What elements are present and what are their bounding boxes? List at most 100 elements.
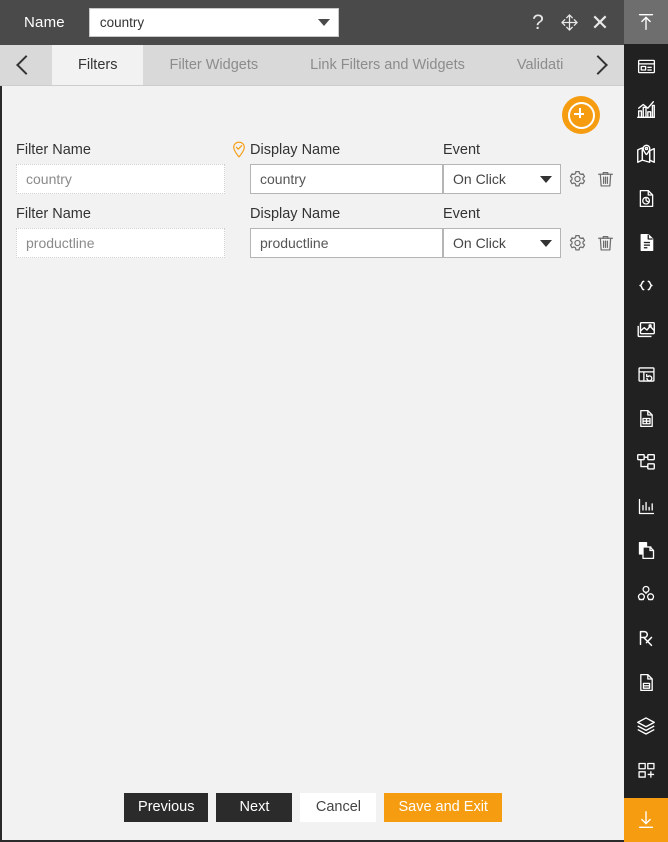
gear-icon[interactable] — [568, 233, 587, 253]
titlebar-actions: ? ✕ — [528, 11, 624, 33]
trash-icon[interactable] — [596, 233, 615, 253]
move-icon[interactable] — [559, 13, 579, 33]
rail-item-upload[interactable] — [624, 0, 668, 44]
filter-row-fields: country country On Click — [16, 163, 624, 195]
dialog-titlebar: Name country ? ✕ — [0, 0, 624, 45]
rail-item-layers[interactable] — [624, 704, 668, 748]
trash-icon[interactable] — [596, 169, 615, 189]
download-icon — [638, 811, 654, 829]
close-icon[interactable]: ✕ — [590, 11, 610, 33]
rail-item-document-grid[interactable] — [624, 396, 668, 440]
tab-bar: Filters Filter Widgets Link Filters and … — [0, 45, 624, 86]
rail-item-document-save[interactable] — [624, 660, 668, 704]
rail-item-chart-analytics[interactable] — [624, 88, 668, 132]
rail-item-add-widget[interactable] — [624, 748, 668, 792]
rail-item-document[interactable] — [624, 220, 668, 264]
previous-button[interactable]: Previous — [124, 792, 209, 822]
layers-icon — [637, 717, 655, 735]
rail-item-cubes[interactable] — [624, 572, 668, 616]
filter-name-field-wrap: country — [16, 164, 231, 194]
rail-item-dashboard-panel[interactable] — [624, 44, 668, 88]
tab-list: Filters Filter Widgets Link Filters and … — [52, 45, 572, 85]
rail-item-hierarchy-tree[interactable] — [624, 440, 668, 484]
filter-name-input[interactable]: country — [16, 164, 225, 194]
chevron-right-icon — [588, 55, 608, 75]
map-pin-icon — [637, 144, 655, 163]
rail-item-table-refresh[interactable] — [624, 352, 668, 396]
label-display-name-group: Display Name — [231, 206, 443, 222]
rail-item-image-gallery[interactable] — [624, 308, 668, 352]
plus-circle-icon — [567, 101, 595, 129]
dialog-footer: Previous Next Cancel Save and Exit — [0, 780, 624, 842]
bar-chart-icon — [638, 498, 654, 514]
event-dropdown[interactable]: On Click — [443, 228, 561, 258]
tab-link-filters-and-widgets[interactable]: Link Filters and Widgets — [284, 45, 491, 85]
prescription-rx-icon — [639, 630, 653, 647]
event-field-wrap: On Click — [443, 228, 568, 258]
rail-item-download[interactable] — [624, 798, 668, 842]
question-mark-icon[interactable]: ? — [528, 12, 548, 33]
display-name-field-wrap: country — [231, 164, 443, 194]
code-braces-icon — [639, 280, 653, 291]
label-event: Event — [443, 206, 481, 222]
event-dropdown-value: On Click — [453, 235, 506, 251]
name-dropdown[interactable]: country — [88, 8, 339, 37]
image-gallery-icon — [637, 321, 655, 338]
filter-name-field-wrap: productline — [16, 228, 231, 258]
label-event: Event — [443, 142, 481, 158]
filter-row-labels: Filter Name Display Name Event — [16, 201, 624, 227]
display-name-input[interactable]: country — [250, 164, 443, 194]
table-refresh-icon — [637, 366, 655, 382]
label-display-name-group: Display Name — [231, 141, 443, 159]
filter-rows: Filter Name Display Name Event country c… — [2, 134, 624, 259]
tabs-scroll-left-button[interactable] — [0, 45, 52, 85]
copy-page-icon — [638, 541, 654, 559]
chevron-down-icon — [317, 19, 330, 26]
chevron-left-icon — [16, 55, 36, 75]
save-and-exit-button[interactable]: Save and Exit — [384, 792, 502, 822]
add-filter-button[interactable] — [562, 96, 600, 134]
label-filter-name: Filter Name — [16, 206, 91, 222]
rail-item-code-braces[interactable] — [624, 264, 668, 308]
chevron-down-icon — [540, 175, 552, 183]
next-button[interactable]: Next — [216, 792, 293, 822]
rail-item-prescription-rx[interactable] — [624, 616, 668, 660]
dashboard-panel-icon — [637, 59, 655, 73]
label-display-name: Display Name — [250, 206, 341, 222]
upload-icon — [638, 13, 654, 31]
filters-panel: Filter Name Display Name Event country c… — [0, 86, 624, 780]
row-actions — [568, 169, 615, 189]
tab-filter-widgets[interactable]: Filter Widgets — [143, 45, 285, 85]
filter-configuration-dialog: Name country ? ✕ Filters Filter Widgets … — [0, 0, 668, 842]
display-name-field-wrap: productline — [231, 228, 443, 258]
add-filter-row — [2, 86, 624, 134]
name-dropdown-value: country — [99, 15, 145, 30]
rail-item-bar-chart[interactable] — [624, 484, 668, 528]
event-dropdown[interactable]: On Click — [443, 164, 561, 194]
add-widget-icon — [637, 762, 655, 778]
filter-row-fields: productline productline On Click — [16, 227, 624, 259]
rail-item-map-pin[interactable] — [624, 132, 668, 176]
report-pie-icon — [639, 189, 653, 207]
filter-row: Filter Name Display Name Event country c… — [16, 137, 624, 195]
tab-validation[interactable]: Validati — [490, 45, 572, 85]
hierarchy-tree-icon — [637, 453, 655, 470]
display-name-input[interactable]: productline — [250, 228, 443, 258]
cubes-icon — [637, 585, 655, 601]
rail-item-report-pie[interactable] — [624, 176, 668, 220]
validation-pin-icon — [233, 141, 245, 158]
chart-analytics-icon — [637, 101, 655, 119]
label-display-name: Display Name — [250, 142, 341, 158]
cancel-button[interactable]: Cancel — [300, 792, 377, 822]
event-field-wrap: On Click — [443, 164, 568, 194]
right-toolbar — [624, 0, 668, 842]
filter-row: Filter Name Display Name Event productli… — [16, 201, 624, 259]
tabs-scroll-right-button[interactable] — [572, 45, 624, 85]
gear-icon[interactable] — [568, 169, 587, 189]
filter-name-input[interactable]: productline — [16, 228, 225, 258]
document-save-icon — [639, 673, 653, 691]
document-icon — [640, 233, 653, 251]
rail-item-copy-page[interactable] — [624, 528, 668, 572]
main-column: Name country ? ✕ Filters Filter Widgets … — [0, 0, 624, 842]
tab-filters[interactable]: Filters — [52, 45, 144, 85]
